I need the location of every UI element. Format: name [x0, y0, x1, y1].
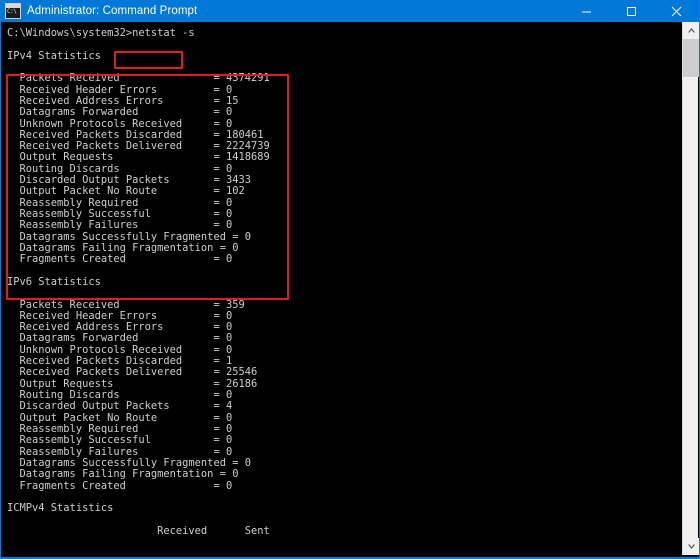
close-button[interactable] — [654, 0, 699, 22]
stat-row: Reassembly Failures = 0 — [7, 220, 270, 231]
stat-row: Discarded Output Packets = 4 — [7, 401, 270, 412]
scroll-down-icon[interactable] — [683, 538, 699, 555]
command-line: C:\Windows\system32>netstat -s — [7, 28, 270, 39]
terminal-blank-line — [7, 39, 270, 50]
command-prompt-window: Administrator: Command Prompt C:\Windows… — [0, 0, 700, 559]
command-prompt-icon — [5, 3, 21, 19]
scrollbar-track[interactable] — [683, 77, 698, 538]
window-controls — [564, 0, 699, 22]
stat-row: Received Packets Delivered = 25546 — [7, 367, 270, 378]
section-heading: IPv6 Statistics — [7, 277, 270, 288]
column-header-row: Received Sent — [7, 526, 270, 537]
minimize-button[interactable] — [564, 0, 609, 22]
stat-row: Reassembly Successful = 0 — [7, 435, 270, 446]
stat-row: Fragments Created = 0 — [7, 481, 270, 492]
scroll-up-icon[interactable] — [683, 22, 699, 39]
scrollbar-thumb[interactable] — [683, 39, 699, 77]
stat-row: Datagrams Forwarded = 0 — [7, 107, 270, 118]
terminal-text: C:\Windows\system32>netstat -s IPv4 Stat… — [1, 22, 270, 537]
section-heading: IPv4 Statistics — [7, 51, 270, 62]
section-heading: ICMPv4 Statistics — [7, 503, 270, 514]
window-title: Administrator: Command Prompt — [27, 5, 197, 17]
maximize-button[interactable] — [609, 0, 654, 22]
stat-row: Datagrams Failing Fragmentation = 0 — [7, 469, 270, 480]
title-bar[interactable]: Administrator: Command Prompt — [1, 0, 699, 22]
terminal-blank-line — [7, 288, 270, 299]
console-output-area[interactable]: C:\Windows\system32>netstat -s IPv4 Stat… — [1, 22, 699, 557]
vertical-scrollbar[interactable] — [682, 22, 698, 555]
stat-row: Output Packet No Route = 102 — [7, 186, 270, 197]
stat-row: Fragments Created = 0 — [7, 254, 270, 265]
stat-row: Packets Received = 4374291 — [7, 73, 270, 84]
